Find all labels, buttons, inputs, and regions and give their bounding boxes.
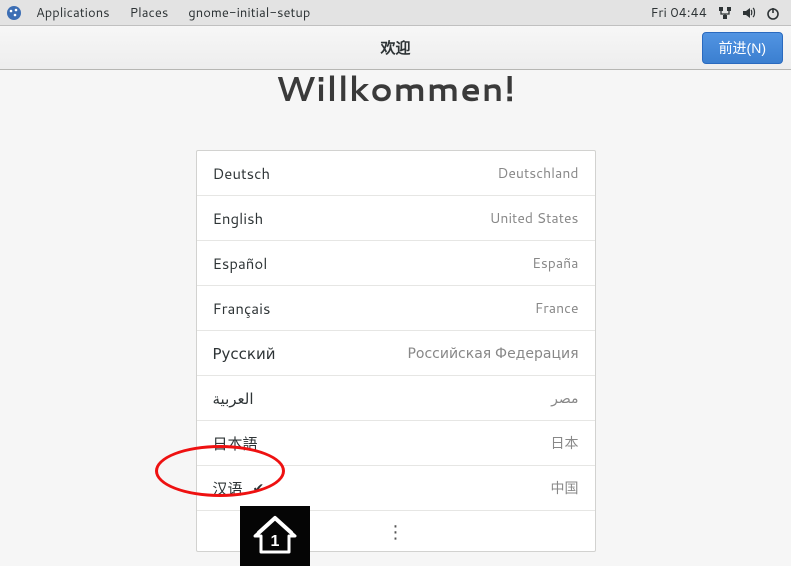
network-icon[interactable] [717, 5, 733, 21]
places-menu[interactable]: Places [120, 4, 179, 22]
language-list: Deutsch Deutschland English United States Es… [196, 150, 596, 552]
language-country: 日本 [551, 433, 579, 453]
language-name: Français [213, 298, 271, 319]
more-icon: ⋮ [387, 518, 405, 544]
language-name: 汉语 [213, 478, 243, 499]
top-panel: Applications Places gnome-initial-setup … [0, 0, 791, 26]
language-row[interactable]: Français France [197, 286, 595, 331]
language-row[interactable]: العربية مصر [197, 376, 595, 421]
language-row[interactable]: Español España [197, 241, 595, 286]
page-title: 欢迎 [380, 37, 410, 58]
welcome-heading: Willkommen! [276, 64, 516, 112]
check-icon: ✔ [253, 478, 265, 498]
step-badge: 1 [240, 506, 310, 566]
house-1-icon: 1 [251, 512, 299, 560]
language-row[interactable]: Deutsch Deutschland [197, 151, 595, 196]
language-country: مصر [551, 388, 578, 408]
content-area: Willkommen! DeutschDeutschlandEnglishUni… [0, 70, 791, 566]
language-name: Deutsch [213, 163, 271, 184]
clock[interactable]: Fri 04:44 [640, 4, 717, 22]
applications-menu[interactable]: Applications [26, 4, 120, 22]
distro-logo-icon [6, 4, 24, 22]
language-country: United States [490, 208, 579, 228]
language-row[interactable]: 日本語 日本 [197, 421, 595, 466]
language-country: France [535, 298, 579, 318]
language-country: Российская Федерация [407, 343, 578, 363]
language-name: العربية [213, 388, 254, 409]
language-country: Deutschland [497, 163, 578, 183]
current-app-label[interactable]: gnome-initial-setup [178, 4, 320, 22]
language-country: 中国 [551, 478, 579, 498]
language-name: Русский [213, 343, 276, 364]
language-country: España [532, 253, 578, 273]
language-row[interactable]: English United States [197, 196, 595, 241]
system-tray [717, 5, 785, 21]
language-row[interactable]: Русский Российская Федерация [197, 331, 595, 376]
language-row[interactable]: 汉语 ✔ 中国 [197, 466, 595, 511]
svg-text:1: 1 [271, 533, 280, 550]
volume-icon[interactable] [741, 5, 757, 21]
language-name: Español [213, 253, 268, 274]
next-button[interactable]: 前进(N) [702, 32, 783, 64]
power-icon[interactable] [765, 5, 781, 21]
language-name: English [213, 208, 264, 229]
language-name: 日本語 [213, 433, 258, 454]
